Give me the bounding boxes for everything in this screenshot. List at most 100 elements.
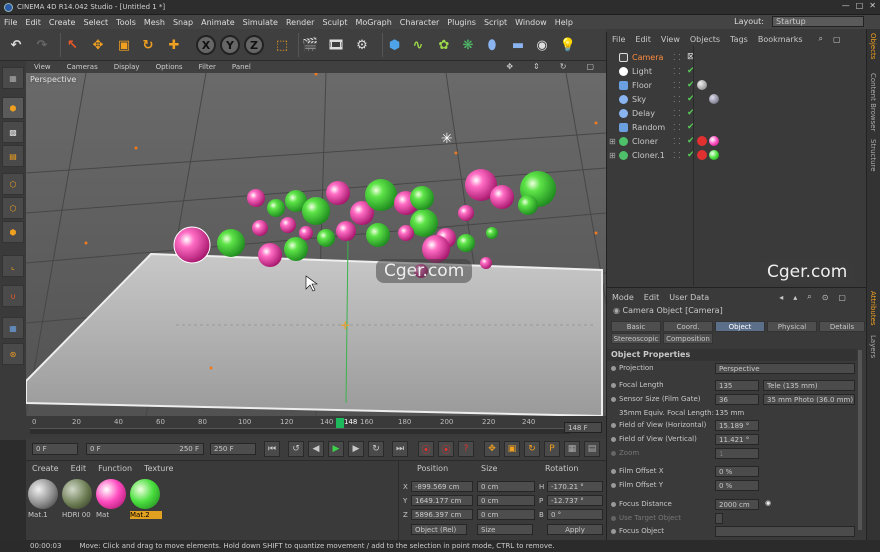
focus-object-link[interactable] bbox=[715, 526, 855, 537]
camera-icon[interactable]: ◉ bbox=[530, 33, 554, 57]
viewport-menu-display[interactable]: Display bbox=[106, 63, 148, 71]
material-swatch[interactable] bbox=[28, 479, 58, 509]
light-icon[interactable]: 💡 bbox=[556, 33, 580, 57]
tab-physical[interactable]: Physical bbox=[767, 321, 817, 332]
mograph-cloner-icon[interactable]: ❋ bbox=[456, 33, 480, 57]
menu-sculpt[interactable]: Sculpt bbox=[318, 18, 351, 27]
attribute-scrollbar[interactable] bbox=[858, 350, 862, 530]
menu-script[interactable]: Script bbox=[480, 18, 511, 27]
undo-icon[interactable]: ↶ bbox=[4, 33, 28, 57]
texture-mode-icon[interactable]: ▩ bbox=[2, 121, 24, 143]
snap-icon[interactable]: ∪ bbox=[2, 285, 24, 307]
menu-mograph[interactable]: MoGraph bbox=[351, 18, 395, 27]
attribute-menu-mode[interactable]: Mode bbox=[607, 293, 639, 302]
menu-help[interactable]: Help bbox=[551, 18, 577, 27]
animate-toggle-icon[interactable] bbox=[611, 516, 616, 521]
visibility-dots[interactable]: ⁚ ⁚ bbox=[673, 137, 681, 146]
maximize-button[interactable]: □ bbox=[856, 1, 864, 10]
lock-icon[interactable]: ⊙ bbox=[817, 293, 834, 302]
nurbs-icon[interactable]: ✿ bbox=[432, 33, 456, 57]
workplane-mode-icon[interactable]: ▤ bbox=[2, 145, 24, 167]
object-menu-objects[interactable]: Objects bbox=[685, 35, 725, 44]
viewport-rotate-icon[interactable]: ↻ bbox=[552, 62, 575, 71]
object-row-random[interactable]: Random ⁚ ⁚ ✔ bbox=[607, 120, 867, 134]
edges-mode-icon[interactable]: ⬡ bbox=[2, 197, 24, 219]
visibility-dots[interactable]: ⁚ ⁚ bbox=[673, 123, 681, 132]
parameter-track-icon[interactable]: P bbox=[544, 441, 560, 457]
animate-toggle-icon[interactable] bbox=[611, 502, 616, 507]
timeline-options-icon[interactable]: ▤ bbox=[584, 441, 600, 457]
animate-toggle-icon[interactable] bbox=[611, 366, 616, 371]
render-picture-viewer-icon[interactable]: 🎞 bbox=[324, 33, 348, 57]
focal-preset-dropdown[interactable]: Tele (135 mm) bbox=[763, 380, 855, 391]
workplane-icon[interactable]: ▦ bbox=[2, 317, 24, 339]
tag-icon[interactable] bbox=[697, 150, 707, 160]
material-swatch[interactable] bbox=[96, 479, 126, 509]
menu-character[interactable]: Character bbox=[396, 18, 444, 27]
menu-render[interactable]: Render bbox=[282, 18, 318, 27]
preview-range-slider[interactable]: 0 F 250 F bbox=[86, 443, 204, 455]
animate-toggle-icon[interactable] bbox=[611, 483, 616, 488]
attribute-menu-user-data[interactable]: User Data bbox=[664, 293, 714, 302]
deformer-icon[interactable]: ⬮ bbox=[480, 33, 504, 57]
film-offset-y-field[interactable]: 0 % bbox=[715, 480, 759, 491]
fov-horizontal-field[interactable]: 15.189 ° bbox=[715, 420, 759, 431]
floor-scene-icon[interactable]: ▬ bbox=[506, 33, 530, 57]
viewport-menu-options[interactable]: Options bbox=[148, 63, 191, 71]
minimize-button[interactable]: — bbox=[842, 1, 850, 10]
object-menu-edit[interactable]: Edit bbox=[630, 35, 656, 44]
visibility-dots[interactable]: ⁚ ⁚ bbox=[673, 81, 681, 90]
object-row-delay[interactable]: Delay ⁚ ⁚ ✔ bbox=[607, 106, 867, 120]
rotation-track-icon[interactable]: ↻ bbox=[524, 441, 540, 457]
object-row-sky[interactable]: Sky ⁚ ⁚ ✔ bbox=[607, 92, 867, 106]
side-tab-attributes[interactable]: Attributes bbox=[869, 291, 877, 326]
object-panel-icon[interactable]: ▢ bbox=[828, 35, 846, 44]
previous-key-icon[interactable]: ↺ bbox=[288, 441, 304, 457]
up-arrow-icon[interactable]: ▴ bbox=[788, 293, 802, 302]
menu-edit[interactable]: Edit bbox=[21, 18, 45, 27]
tab-stereoscopic[interactable]: Stereoscopic bbox=[611, 333, 661, 344]
axis-mode-icon[interactable]: ⌞ bbox=[2, 255, 24, 277]
tag-icon[interactable] bbox=[697, 136, 707, 146]
tab-composition[interactable]: Composition bbox=[663, 333, 713, 344]
object-menu-tags[interactable]: Tags bbox=[725, 35, 753, 44]
material-tag-icon[interactable] bbox=[709, 136, 719, 146]
animate-toggle-icon[interactable] bbox=[611, 437, 616, 442]
menu-mesh[interactable]: Mesh bbox=[140, 18, 169, 27]
visibility-dots[interactable]: ⁚ ⁚ bbox=[673, 95, 681, 104]
side-tab-content-browser[interactable]: Content Browser bbox=[869, 73, 877, 131]
tab-basic[interactable]: Basic bbox=[611, 321, 661, 332]
focus-distance-field[interactable]: 2000 cm bbox=[715, 499, 759, 510]
viewport-toggle-icon[interactable]: ▢ bbox=[578, 62, 602, 71]
search-icon[interactable]: ⌕ bbox=[814, 34, 828, 44]
previous-frame-icon[interactable]: ◀ bbox=[308, 441, 324, 457]
redo-icon[interactable]: ↷ bbox=[30, 33, 54, 57]
x-axis-lock-icon[interactable]: X bbox=[196, 35, 216, 55]
tab-coord[interactable]: Coord. bbox=[663, 321, 713, 332]
locked-workplane-icon[interactable]: ⊛ bbox=[2, 343, 24, 365]
recent-tools-icon[interactable]: ✚ bbox=[162, 33, 186, 57]
menu-simulate[interactable]: Simulate bbox=[239, 18, 282, 27]
scale-tool-icon[interactable]: ▣ bbox=[112, 33, 136, 57]
position-z-field[interactable]: 5896.397 cm bbox=[411, 509, 473, 520]
position-x-field[interactable]: -899.569 cm bbox=[411, 481, 473, 492]
projection-dropdown[interactable]: Perspective bbox=[715, 363, 855, 374]
render-settings-icon[interactable]: ⚙ bbox=[350, 33, 374, 57]
menu-select[interactable]: Select bbox=[79, 18, 112, 27]
viewport-menu-cameras[interactable]: Cameras bbox=[59, 63, 106, 71]
layout-dropdown[interactable]: Startup bbox=[772, 16, 864, 27]
side-tab-layers[interactable]: Layers bbox=[869, 335, 877, 358]
animate-toggle-icon[interactable] bbox=[611, 423, 616, 428]
apply-button[interactable]: Apply bbox=[547, 524, 603, 535]
animate-toggle-icon[interactable] bbox=[611, 383, 616, 388]
3d-viewport[interactable]: ✳ ✛ Cger.com bbox=[26, 73, 606, 416]
use-target-checkbox[interactable] bbox=[715, 513, 723, 524]
zoom-field[interactable]: 1 bbox=[715, 448, 759, 459]
visibility-dots[interactable]: ⁚ ⁚ bbox=[673, 53, 681, 62]
animate-toggle-icon[interactable] bbox=[611, 451, 616, 456]
material-swatch[interactable] bbox=[130, 479, 160, 509]
go-to-end-icon[interactable]: ⏭ bbox=[392, 441, 408, 457]
model-mode-icon[interactable]: ⬢ bbox=[2, 97, 24, 119]
current-frame-field[interactable]: 148 F bbox=[564, 422, 602, 433]
attribute-panel-icon[interactable]: ▢ bbox=[833, 293, 851, 302]
